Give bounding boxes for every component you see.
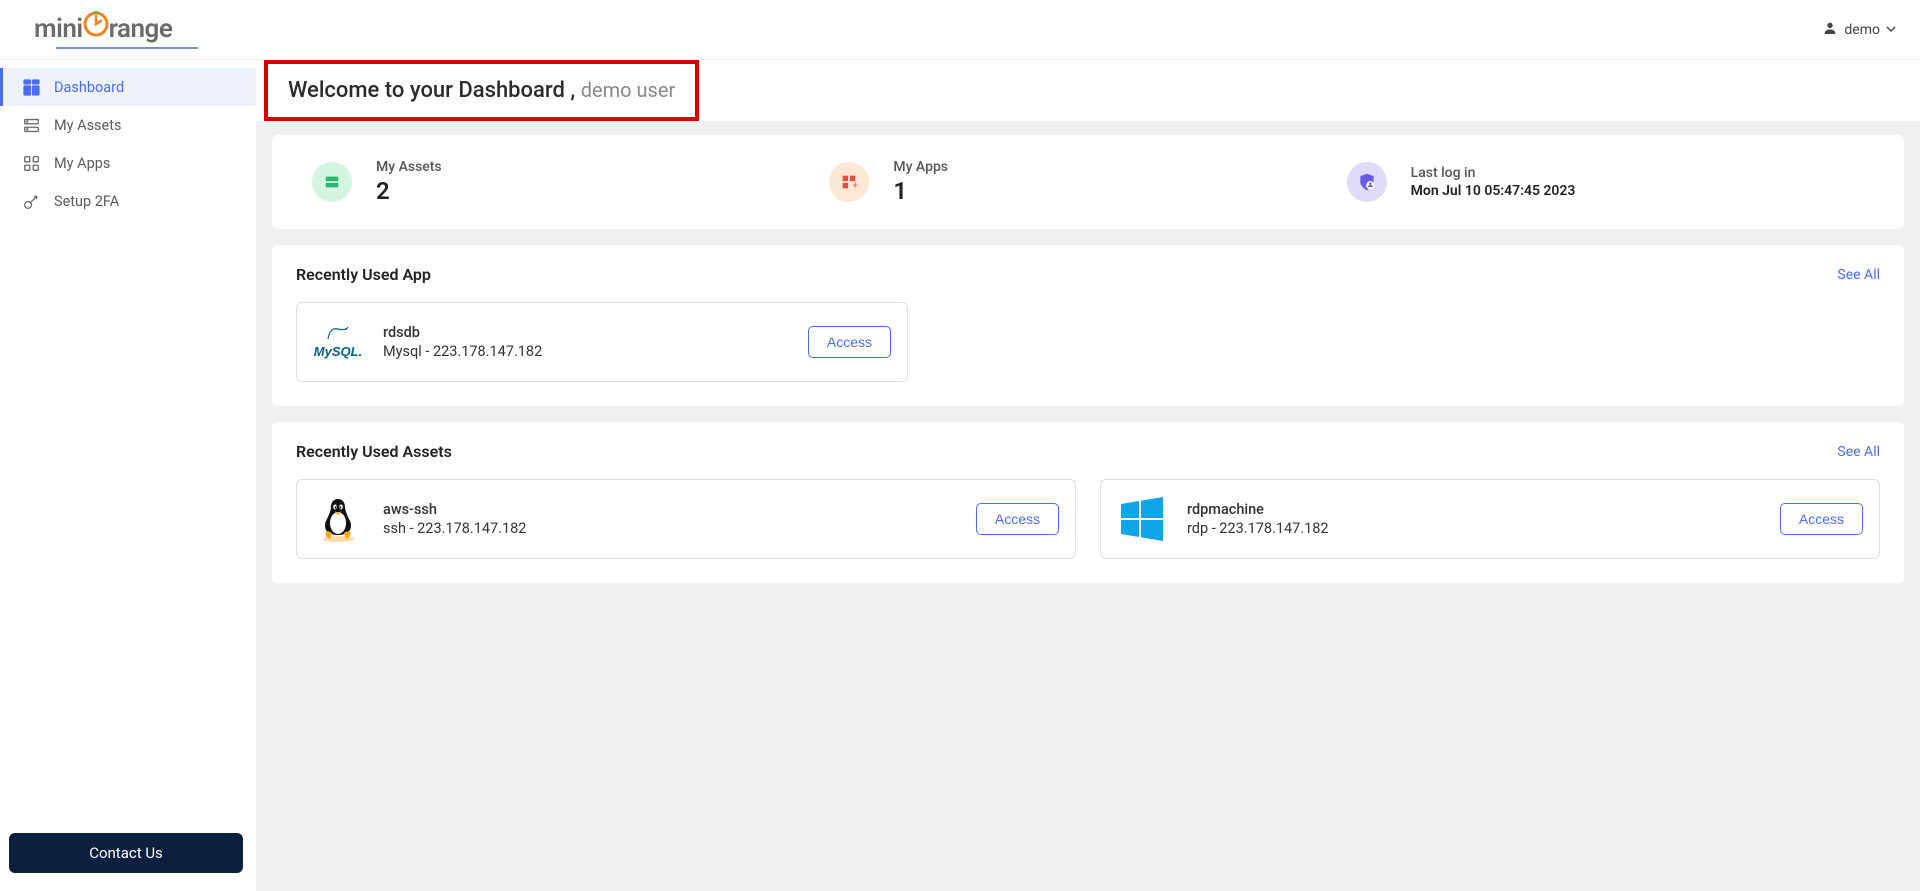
stats-card: My Assets 2 + My Apps 1 Last log in Mon … [272,135,1904,229]
stat-value: 1 [893,177,948,205]
asset-detail: ssh - 223.178.147.182 [383,520,956,537]
stat-value: 2 [376,177,442,205]
mysql-icon: MySQL. [313,317,363,367]
sidebar-item-2fa[interactable]: Setup 2FA [0,182,256,220]
asset-name: aws-ssh [383,501,956,518]
svg-text:+: + [853,181,858,191]
recently-used-app-section: Recently Used App See All MySQL. rdsdb M… [272,245,1904,406]
section-title: Recently Used App [296,265,431,284]
apps-stat-icon: + [829,162,869,202]
access-button[interactable]: Access [808,326,891,358]
sidebar-item-label: Dashboard [54,79,124,96]
welcome-user: demo user [581,78,676,102]
assets-icon [22,116,40,134]
stat-label: Last log in [1411,165,1576,181]
logo-underline [56,47,198,49]
access-button[interactable]: Access [1780,503,1863,535]
see-all-link[interactable]: See All [1837,267,1880,283]
key-icon [22,192,40,210]
asset-card: aws-ssh ssh - 223.178.147.182 Access [296,479,1076,559]
stat-value: Mon Jul 10 05:47:45 2023 [1411,183,1576,199]
app-card: MySQL. rdsdb Mysql - 223.178.147.182 Acc… [296,302,908,382]
section-title: Recently Used Assets [296,442,452,461]
logo-orange-icon [83,11,109,44]
sidebar-item-apps[interactable]: My Apps [0,144,256,182]
stat-apps: + My Apps 1 [829,159,1346,205]
user-menu[interactable]: demo [1822,20,1896,40]
welcome-bar: Welcome to your Dashboard , demo user [256,60,1920,121]
linux-icon [313,494,363,544]
sidebar-item-label: My Assets [54,117,121,134]
asset-card: rdpmachine rdp - 223.178.147.182 Access [1100,479,1880,559]
server-icon [312,162,352,202]
main-content: Welcome to your Dashboard , demo user My… [256,60,1920,891]
app-name: rdsdb [383,324,788,341]
logo: mini range [34,11,198,44]
stat-lastlogin: Last log in Mon Jul 10 05:47:45 2023 [1347,162,1864,202]
asset-name: rdpmachine [1187,501,1760,518]
asset-detail: rdp - 223.178.147.182 [1187,520,1760,537]
logo-prefix: mini [34,14,83,44]
logo-wrap: mini range [34,11,198,49]
welcome-highlight: Welcome to your Dashboard , demo user [264,60,699,121]
app-detail: Mysql - 223.178.147.182 [383,343,788,360]
stat-label: My Apps [893,159,948,175]
shield-icon [1347,162,1387,202]
sidebar-item-assets[interactable]: My Assets [0,106,256,144]
stat-label: My Assets [376,159,442,175]
apps-icon [22,154,40,172]
sidebar: Dashboard My Assets My Apps Setup 2FA Co… [0,60,256,891]
sidebar-item-dashboard[interactable]: Dashboard [0,68,256,106]
contact-us-button[interactable]: Contact Us [9,833,243,873]
logo-suffix: range [109,14,173,44]
chevron-down-icon [1886,22,1896,38]
see-all-link[interactable]: See All [1837,444,1880,460]
dashboard-icon [22,78,40,96]
windows-icon [1117,494,1167,544]
stat-assets: My Assets 2 [312,159,829,205]
sidebar-item-label: My Apps [54,155,110,172]
sidebar-item-label: Setup 2FA [54,193,119,210]
welcome-title: Welcome to your Dashboard , [288,78,581,103]
recently-used-assets-section: Recently Used Assets See All aws-ssh ssh… [272,422,1904,583]
user-name: demo [1844,22,1880,38]
access-button[interactable]: Access [976,503,1059,535]
topbar: mini range demo [0,0,1920,60]
user-icon [1822,20,1838,40]
